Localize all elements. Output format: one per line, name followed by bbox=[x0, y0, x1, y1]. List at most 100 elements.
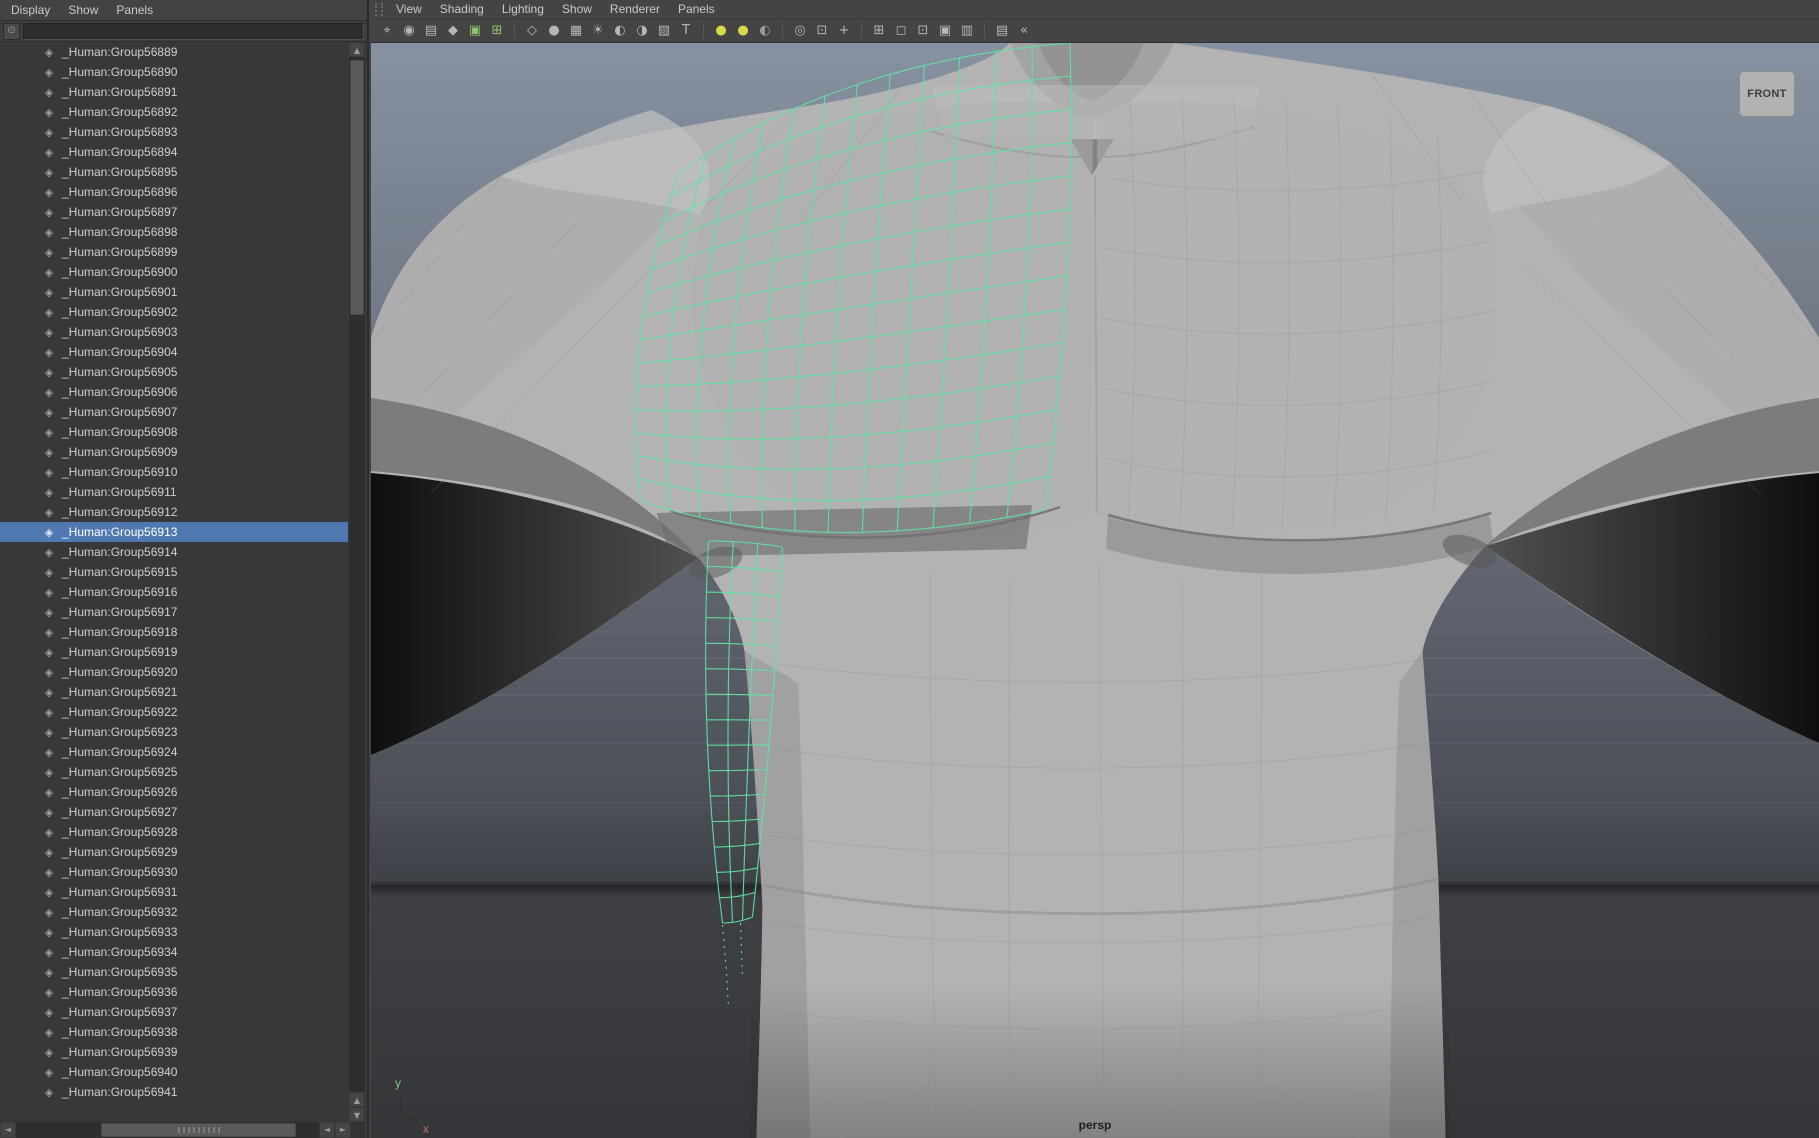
horizontal-scrollbar-thumb[interactable] bbox=[101, 1123, 296, 1137]
menu-lighting[interactable]: Lighting bbox=[493, 0, 553, 19]
outliner-item[interactable]: ◈ _Human:Group56895 bbox=[0, 162, 348, 182]
outliner-item[interactable]: ◈ _Human:Group56909 bbox=[0, 442, 348, 462]
textured-channel-icon[interactable]: T bbox=[676, 21, 696, 41]
menu-panels-viewport[interactable]: Panels bbox=[669, 0, 724, 19]
outliner-item[interactable]: ◈ _Human:Group56901 bbox=[0, 282, 348, 302]
scroll-down-arrow[interactable]: ▼ bbox=[349, 1107, 365, 1122]
gate-mask-icon[interactable]: ▣ bbox=[935, 21, 955, 41]
scroll-up-arrow-bottom[interactable]: ▲ bbox=[349, 1092, 365, 1107]
outliner-filter-input[interactable] bbox=[23, 22, 364, 40]
viewport-canvas[interactable]: y x FRONT persp bbox=[371, 43, 1819, 1138]
menu-show-viewport[interactable]: Show bbox=[553, 0, 601, 19]
outliner-item[interactable]: ◈ _Human:Group56910 bbox=[0, 462, 348, 482]
background-gradient-icon[interactable]: ◐ bbox=[755, 21, 775, 41]
outliner-item[interactable]: ◈ _Human:Group56932 bbox=[0, 902, 348, 922]
outliner-item[interactable]: ◈ _Human:Group56931 bbox=[0, 882, 348, 902]
filter-icon-button[interactable]: ⊙ bbox=[3, 22, 20, 40]
outliner-item[interactable]: ◈ _Human:Group56892 bbox=[0, 102, 348, 122]
3d-scene[interactable]: y x bbox=[371, 43, 1819, 1138]
image-plane-icon[interactable]: ▣ bbox=[465, 21, 485, 41]
outliner-item[interactable]: ◈ _Human:Group56893 bbox=[0, 122, 348, 142]
outliner-item[interactable]: ◈ _Human:Group56930 bbox=[0, 862, 348, 882]
outliner-item[interactable]: ◈ _Human:Group56908 bbox=[0, 422, 348, 442]
outliner-item[interactable]: ◈ _Human:Group56938 bbox=[0, 1022, 348, 1042]
select-camera-icon[interactable]: ⌖ bbox=[377, 21, 397, 41]
bookmarks-icon[interactable]: ◆ bbox=[443, 21, 463, 41]
outliner-item[interactable]: ◈ _Human:Group56914 bbox=[0, 542, 348, 562]
outliner-item[interactable]: ◈ _Human:Group56902 bbox=[0, 302, 348, 322]
outliner-item[interactable]: ◈ _Human:Group56916 bbox=[0, 582, 348, 602]
shadows-icon[interactable]: ◐ bbox=[610, 21, 630, 41]
outliner-item[interactable]: ◈ _Human:Group56933 bbox=[0, 922, 348, 942]
menu-panels[interactable]: Panels bbox=[107, 0, 162, 21]
menu-display[interactable]: Display bbox=[2, 0, 59, 21]
resolution-gate-icon[interactable]: ⊡ bbox=[913, 21, 933, 41]
front-image-plane[interactable]: FRONT bbox=[1739, 71, 1795, 117]
outliner-item[interactable]: ◈ _Human:Group56927 bbox=[0, 802, 348, 822]
outliner-item[interactable]: ◈ _Human:Group56894 bbox=[0, 142, 348, 162]
outliner-item[interactable]: ◈ _Human:Group56903 bbox=[0, 322, 348, 342]
outliner-item[interactable]: ◈ _Human:Group56919 bbox=[0, 642, 348, 662]
outliner-item[interactable]: ◈ _Human:Group56939 bbox=[0, 1042, 348, 1062]
outliner-item[interactable]: ◈ _Human:Group56923 bbox=[0, 722, 348, 742]
use-all-lights-icon[interactable]: ☀ bbox=[588, 21, 608, 41]
outliner-item[interactable]: ◈ _Human:Group56926 bbox=[0, 782, 348, 802]
outliner-item[interactable]: ◈ _Human:Group56934 bbox=[0, 942, 348, 962]
pan-zoom-icon[interactable]: ⊞ bbox=[487, 21, 507, 41]
outliner-item[interactable]: ◈ _Human:Group56929 bbox=[0, 842, 348, 862]
exposure-icon[interactable]: ● bbox=[711, 21, 731, 41]
outliner-item[interactable]: ◈ _Human:Group56897 bbox=[0, 202, 348, 222]
xray-icon[interactable]: ⊡ bbox=[812, 21, 832, 41]
scroll-up-arrow[interactable]: ▲ bbox=[349, 42, 365, 57]
menu-show[interactable]: Show bbox=[59, 0, 107, 21]
outliner-item[interactable]: ◈ _Human:Group56924 bbox=[0, 742, 348, 762]
outliner-list[interactable]: ◈ _Human:Group56889 ◈ _Human:Group56890 ◈ _Hu… bbox=[0, 42, 348, 1122]
outliner-item[interactable]: ◈ _Human:Group56936 bbox=[0, 982, 348, 1002]
outliner-item[interactable]: ◈ _Human:Group56937 bbox=[0, 1002, 348, 1022]
outliner-item[interactable]: ◈ _Human:Group56918 bbox=[0, 622, 348, 642]
horizontal-scrollbar-track[interactable] bbox=[16, 1122, 319, 1138]
outliner-item[interactable]: ◈ _Human:Group56905 bbox=[0, 362, 348, 382]
outliner-item[interactable]: ◈ _Human:Group56890 bbox=[0, 62, 348, 82]
gamma-icon[interactable]: ● bbox=[733, 21, 753, 41]
hud-icon[interactable]: ▤ bbox=[992, 21, 1012, 41]
outliner-item[interactable]: ◈ _Human:Group56912 bbox=[0, 502, 348, 522]
vertical-scrollbar-track[interactable] bbox=[349, 57, 365, 1092]
outliner-item[interactable]: ◈ _Human:Group56915 bbox=[0, 562, 348, 582]
outliner-item[interactable]: ◈ _Human:Group56891 bbox=[0, 82, 348, 102]
object-details-icon[interactable]: « bbox=[1014, 21, 1034, 41]
occlusion-icon[interactable]: ◑ bbox=[632, 21, 652, 41]
outliner-item[interactable]: ◈ _Human:Group56940 bbox=[0, 1062, 348, 1082]
outliner-item[interactable]: ◈ _Human:Group56906 bbox=[0, 382, 348, 402]
panel-grip[interactable] bbox=[375, 2, 383, 16]
lock-camera-icon[interactable]: ◉ bbox=[399, 21, 419, 41]
grid-icon[interactable]: ⊞ bbox=[869, 21, 889, 41]
outliner-item[interactable]: ◈ _Human:Group56900 bbox=[0, 262, 348, 282]
camera-attributes-icon[interactable]: ▤ bbox=[421, 21, 441, 41]
outliner-item[interactable]: ◈ _Human:Group56921 bbox=[0, 682, 348, 702]
wireframe-icon[interactable]: ◇ bbox=[522, 21, 542, 41]
film-gate-icon[interactable]: ◻ bbox=[891, 21, 911, 41]
outliner-item[interactable]: ◈ _Human:Group56913 bbox=[0, 522, 348, 542]
anti-alias-icon[interactable]: ▨ bbox=[654, 21, 674, 41]
vertical-scrollbar-thumb[interactable] bbox=[350, 60, 364, 315]
xray-joints-icon[interactable]: + bbox=[834, 21, 854, 41]
scroll-left-arrow-right-end[interactable]: ◄ bbox=[319, 1122, 335, 1138]
scroll-left-arrow[interactable]: ◄ bbox=[0, 1122, 16, 1138]
outliner-item[interactable]: ◈ _Human:Group56925 bbox=[0, 762, 348, 782]
outliner-item[interactable]: ◈ _Human:Group56911 bbox=[0, 482, 348, 502]
outliner-item[interactable]: ◈ _Human:Group56899 bbox=[0, 242, 348, 262]
outliner-item[interactable]: ◈ _Human:Group56928 bbox=[0, 822, 348, 842]
smooth-shade-icon[interactable]: ● bbox=[544, 21, 564, 41]
outliner-item[interactable]: ◈ _Human:Group56917 bbox=[0, 602, 348, 622]
outliner-item[interactable]: ◈ _Human:Group56898 bbox=[0, 222, 348, 242]
field-chart-icon[interactable]: ▥ bbox=[957, 21, 977, 41]
outliner-item[interactable]: ◈ _Human:Group56922 bbox=[0, 702, 348, 722]
menu-view[interactable]: View bbox=[387, 0, 431, 19]
menu-shading[interactable]: Shading bbox=[431, 0, 493, 19]
outliner-item[interactable]: ◈ _Human:Group56941 bbox=[0, 1082, 348, 1102]
scroll-right-arrow[interactable]: ► bbox=[335, 1122, 351, 1138]
outliner-item[interactable]: ◈ _Human:Group56896 bbox=[0, 182, 348, 202]
outliner-item[interactable]: ◈ _Human:Group56920 bbox=[0, 662, 348, 682]
menu-renderer[interactable]: Renderer bbox=[601, 0, 669, 19]
